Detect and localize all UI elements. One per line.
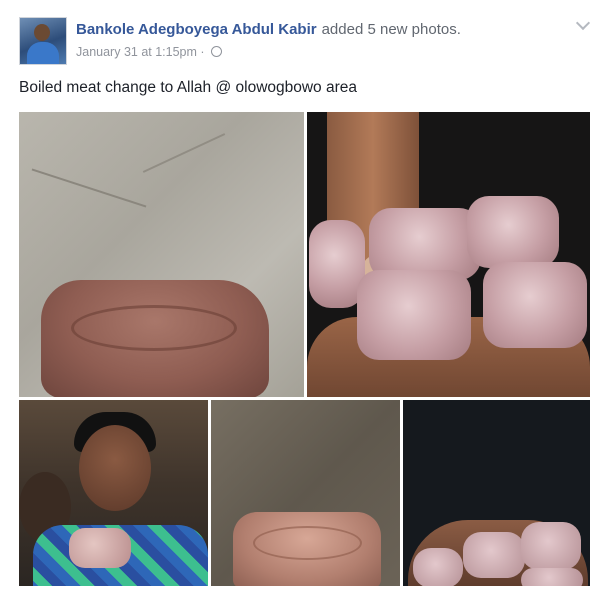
photo-3[interactable] (19, 400, 208, 586)
photo-2[interactable] (307, 112, 590, 397)
meat-piece (357, 270, 471, 360)
meta-separator: · (200, 45, 205, 59)
post-meta: January 31 at 1:15pm · (76, 45, 223, 59)
meat-piece (233, 512, 381, 586)
meat-piece (521, 522, 581, 570)
meat-piece (69, 528, 131, 568)
meat-piece (521, 568, 583, 586)
meat-piece (467, 196, 559, 268)
post-action-text: added 5 new photos. (321, 21, 461, 38)
woman-face (79, 425, 151, 511)
meat-ridge (71, 305, 237, 351)
floor-crack (142, 133, 226, 173)
meat-piece (483, 262, 587, 348)
meat-ridge (253, 526, 362, 560)
globe-icon[interactable] (211, 46, 223, 57)
meat-piece (41, 280, 269, 397)
post-header: Bankole Adegboyega Abdul Kabir added 5 ne… (76, 21, 461, 38)
author-avatar[interactable] (19, 17, 67, 65)
avatar-body (27, 42, 59, 64)
photo-4[interactable] (211, 400, 400, 586)
post-caption: Boiled meat change to Allah @ olowogbowo… (19, 79, 358, 96)
photo-5[interactable] (403, 400, 590, 586)
facebook-post: Bankole Adegboyega Abdul Kabir added 5 ne… (0, 0, 600, 594)
photo-1[interactable] (19, 112, 304, 397)
meat-piece (413, 548, 463, 586)
floor-crack (31, 168, 147, 208)
meat-piece (463, 532, 525, 578)
chevron-down-icon[interactable] (575, 15, 591, 31)
post-timestamp[interactable]: January 31 at 1:15pm (76, 45, 197, 59)
avatar-face (34, 24, 50, 41)
author-name-link[interactable]: Bankole Adegboyega Abdul Kabir (76, 21, 317, 38)
